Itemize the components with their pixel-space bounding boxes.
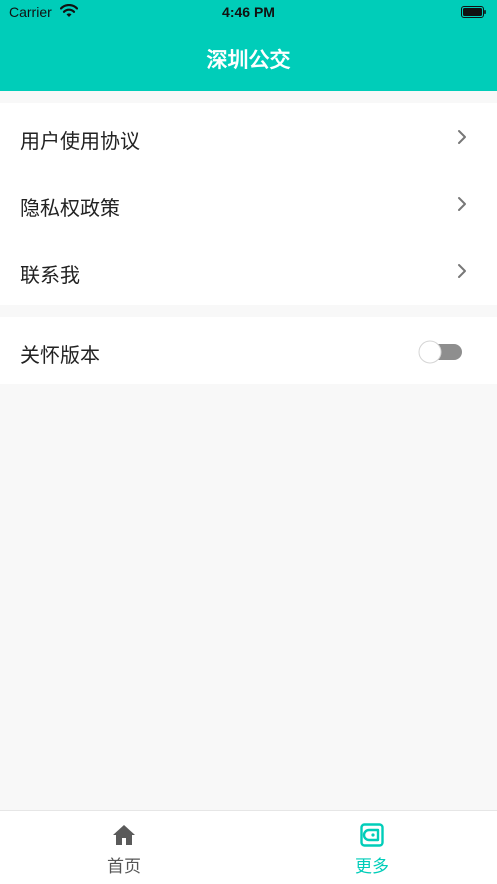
header: Carrier 4:46 PM 深圳公交 xyxy=(0,0,497,91)
tab-home[interactable]: 首页 xyxy=(0,811,248,884)
battery-icon xyxy=(461,6,486,18)
row-label: 关怀版本 xyxy=(20,343,100,367)
row-contact-me[interactable]: 联系我 xyxy=(0,237,497,304)
settings-group-main: 用户使用协议 隐私权政策 联系我 xyxy=(0,103,497,305)
row-label: 用户使用协议 xyxy=(20,129,140,153)
row-privacy-policy[interactable]: 隐私权政策 xyxy=(0,170,497,237)
row-label: 隐私权政策 xyxy=(20,196,120,220)
chevron-right-icon xyxy=(458,197,466,211)
care-version-toggle[interactable] xyxy=(417,340,463,364)
settings-group-care: 关怀版本 xyxy=(0,317,497,384)
clock: 4:46 PM xyxy=(222,4,275,20)
tab-label: 更多 xyxy=(355,857,389,877)
home-icon xyxy=(113,825,135,845)
chevron-right-icon xyxy=(458,264,466,278)
tab-bar: 首页 更多 xyxy=(0,810,497,884)
row-user-agreement[interactable]: 用户使用协议 xyxy=(0,103,497,170)
row-care-version: 关怀版本 xyxy=(0,317,497,384)
wallet-icon xyxy=(360,823,384,847)
row-label: 联系我 xyxy=(20,263,80,287)
status-bar: Carrier 4:46 PM xyxy=(0,0,497,26)
tab-label: 首页 xyxy=(107,857,141,877)
tab-more[interactable]: 更多 xyxy=(248,811,496,884)
chevron-right-icon xyxy=(458,130,466,144)
page-title: 深圳公交 xyxy=(206,48,291,72)
